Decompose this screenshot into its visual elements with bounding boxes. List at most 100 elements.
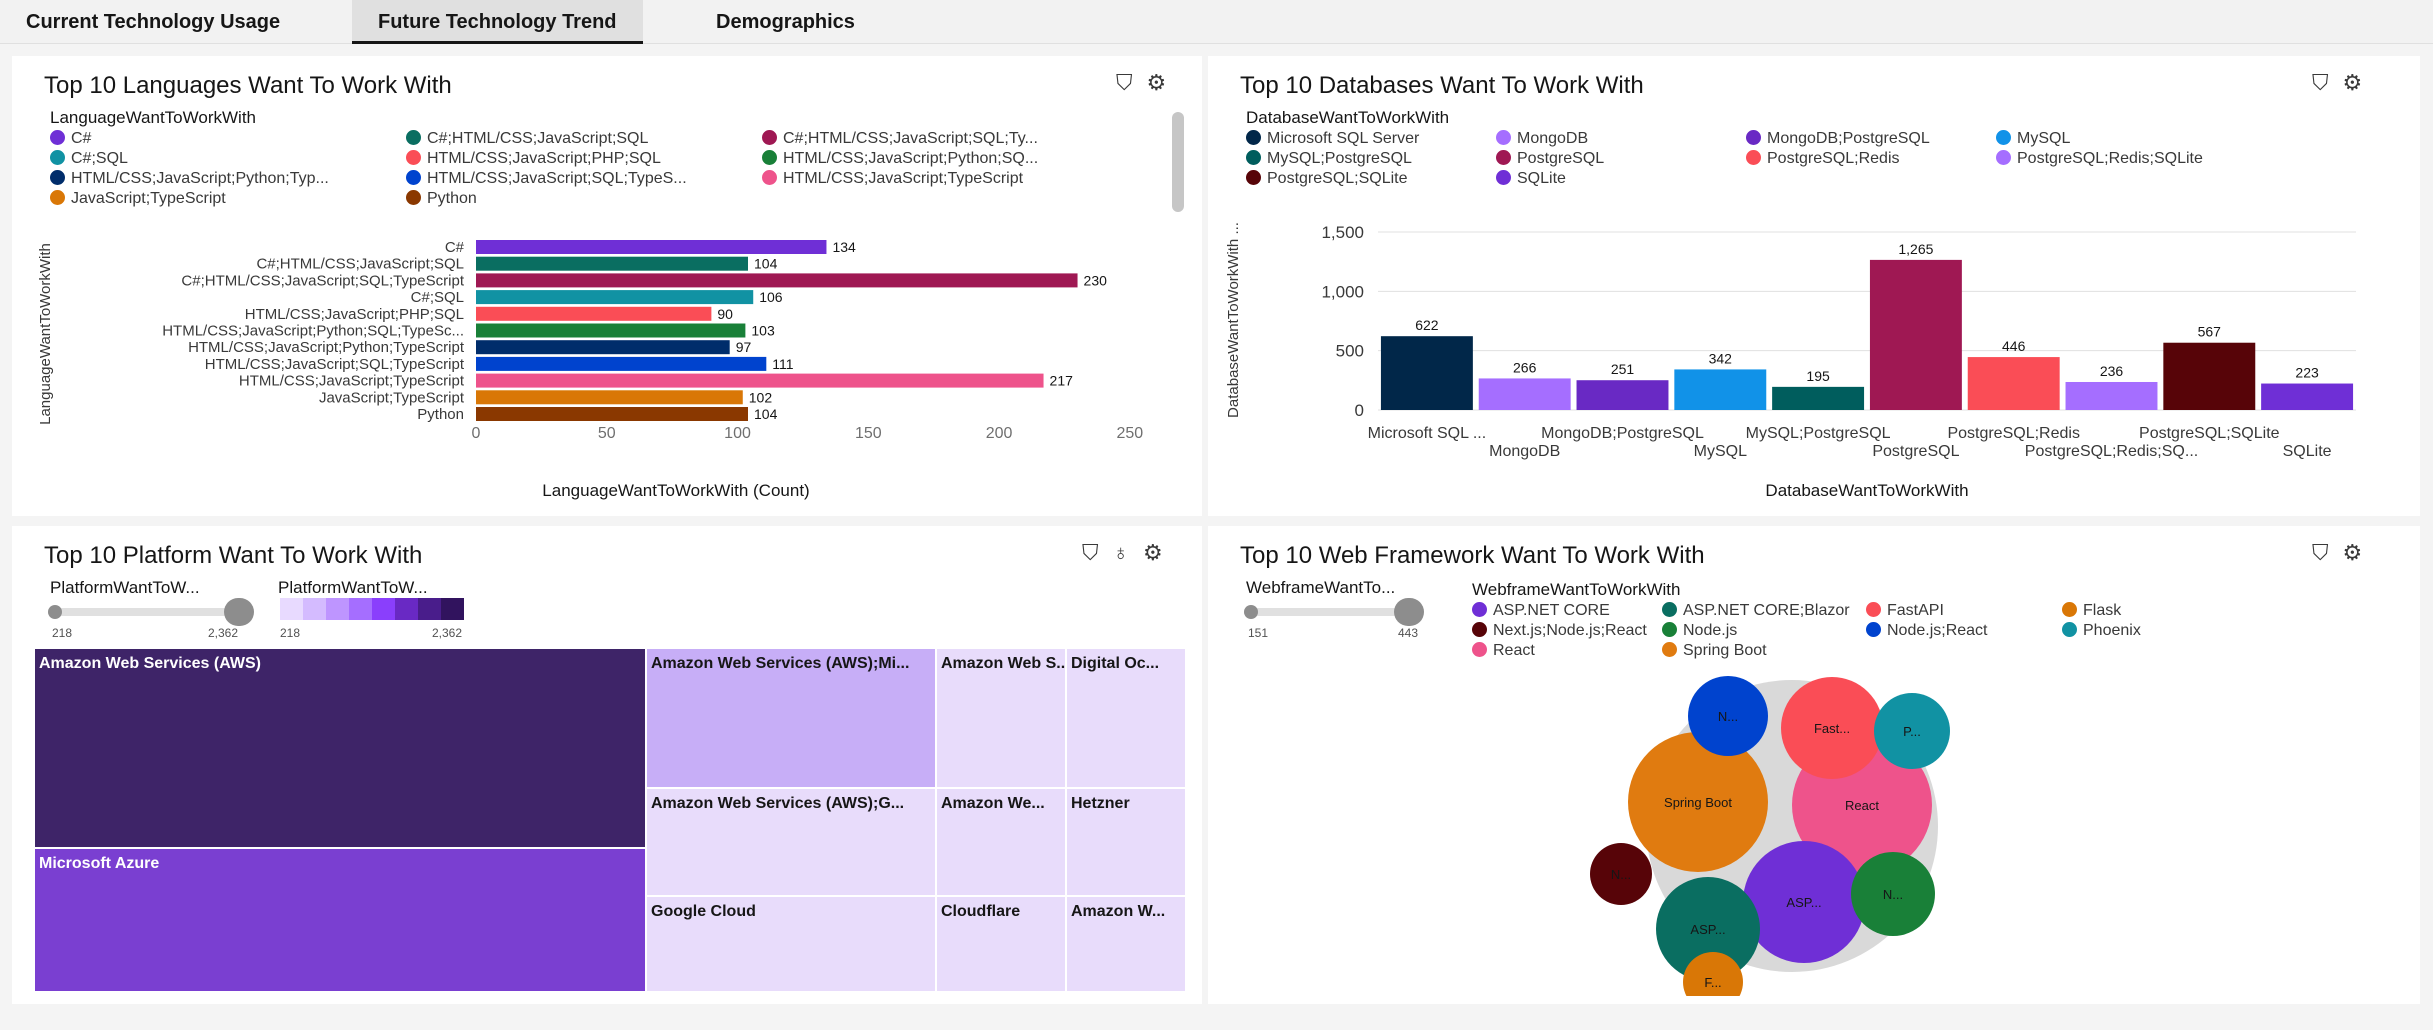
treemap-cell[interactable]: Amazon Web Services (AWS): [34, 648, 646, 848]
legend-swatch: [1746, 130, 1761, 145]
tab-demographics[interactable]: Demographics: [690, 0, 881, 44]
legend-label: C#;HTML/CSS;JavaScript;SQL;Ty...: [783, 130, 1038, 147]
legend-item[interactable]: React: [1472, 642, 1535, 660]
legend-item[interactable]: ASP.NET CORE: [1472, 602, 1610, 620]
legend-swatch: [1246, 150, 1261, 165]
legend-swatch: [1246, 170, 1261, 185]
legend-item[interactable]: Node.js;React: [1866, 622, 1988, 640]
bar: [2163, 342, 2256, 410]
legend-label: SQLite: [1517, 170, 1566, 187]
legend-item[interactable]: MySQL: [1996, 130, 2070, 148]
legend-item[interactable]: MySQL;PostgreSQL: [1246, 150, 1412, 168]
legend-item[interactable]: HTML/CSS;JavaScript;SQL;TypeS...: [406, 170, 687, 188]
bubble-label: N...: [1718, 709, 1738, 724]
treemap-cell[interactable]: Digital Oc...: [1066, 648, 1186, 788]
platform-tile: Top 10 Platform Want To Work With ⛉ ♁ ⚙ Pl…: [12, 526, 1202, 1004]
slider-max-value: 2,362: [208, 626, 239, 640]
legend-item[interactable]: C#;HTML/CSS;JavaScript;SQL: [406, 130, 648, 148]
bubble-label: ASP...: [1786, 895, 1821, 910]
settings-icon[interactable]: ⚙: [2343, 540, 2363, 565]
treemap-cell[interactable]: Amazon Web Services (AWS);Mi...: [646, 648, 936, 788]
legend-swatch: [406, 150, 421, 165]
bubble-label: Spring Boot: [1664, 795, 1732, 810]
legend-item[interactable]: PostgreSQL: [1496, 150, 1604, 168]
x-tick-label: PostgreSQL;Redis;SQ...: [2025, 443, 2198, 460]
legend-swatch: [1746, 150, 1761, 165]
x-tick-label: MongoDB: [1489, 443, 1560, 460]
data-label: 266: [1513, 359, 1537, 375]
tab-future-technology-trend[interactable]: Future Technology Trend: [352, 0, 643, 44]
legend-item[interactable]: HTML/CSS;JavaScript;Python;Typ...: [50, 170, 329, 188]
legend-swatch: [1996, 130, 2011, 145]
platform-size-slider-title: PlatformWantToW...: [50, 578, 200, 597]
y-axis-title: DatabaseWantToWorkWith ...: [1225, 222, 1242, 418]
legend-item[interactable]: Node.js: [1662, 622, 1737, 640]
legend-item[interactable]: C#;SQL: [50, 150, 128, 168]
slider-handle-min[interactable]: [48, 605, 62, 619]
legend-item[interactable]: Microsoft SQL Server: [1246, 130, 1419, 148]
bar: [476, 306, 712, 321]
legend-label: HTML/CSS;JavaScript;PHP;SQL: [427, 150, 661, 167]
legend-item[interactable]: JavaScript;TypeScript: [50, 190, 226, 208]
slider-handle-max[interactable]: [1394, 598, 1424, 626]
platform-size-slider[interactable]: [48, 598, 254, 626]
legend-label: PostgreSQL: [1517, 150, 1605, 167]
data-label: 342: [1709, 350, 1733, 366]
legend-item[interactable]: MongoDB: [1496, 130, 1588, 148]
treemap-cell[interactable]: Microsoft Azure: [34, 848, 646, 992]
settings-icon[interactable]: ⚙: [1147, 70, 1167, 95]
legend-item[interactable]: PostgreSQL;Redis: [1746, 150, 1900, 168]
filter-icon[interactable]: ⛉: [2312, 70, 2329, 95]
data-label: 236: [2100, 363, 2124, 379]
treemap-cell[interactable]: Google Cloud: [646, 896, 936, 992]
treemap-cell[interactable]: Amazon Web Services (AWS);G...: [646, 788, 936, 896]
treemap-cell[interactable]: Amazon We...: [936, 788, 1066, 896]
legend-item[interactable]: SQLite: [1496, 170, 1566, 188]
treemap-cell[interactable]: Hetzner: [1066, 788, 1186, 896]
x-tick-label: MongoDB;PostgreSQL: [1541, 425, 1704, 442]
filter-icon[interactable]: ⛉: [2312, 540, 2329, 565]
legend-item[interactable]: Flask: [2062, 602, 2121, 620]
legend-label: FastAPI: [1887, 602, 1944, 619]
insight-icon[interactable]: ♁: [1113, 540, 1130, 565]
legend-item[interactable]: Next.js;Node.js;React: [1472, 622, 1647, 640]
filter-icon[interactable]: ⛉: [1116, 70, 1133, 95]
treemap-cell[interactable]: Amazon W...: [1066, 896, 1186, 992]
web-size-slider[interactable]: [1244, 598, 1424, 626]
legend-item[interactable]: Spring Boot: [1662, 642, 1767, 660]
legend-item[interactable]: HTML/CSS;JavaScript;PHP;SQL: [406, 150, 661, 168]
web-framework-toolbar: ⛉ ⚙: [2298, 540, 2362, 566]
slider-handle-max[interactable]: [224, 598, 254, 626]
legend-item[interactable]: PostgreSQL;Redis;SQLite: [1996, 150, 2203, 168]
treemap-cell[interactable]: Cloudflare: [936, 896, 1066, 992]
legend-item[interactable]: HTML/CSS;JavaScript;TypeScript: [762, 170, 1023, 188]
settings-icon[interactable]: ⚙: [1143, 540, 1163, 565]
y-axis-title: LanguageWantToWorkWith: [37, 243, 54, 425]
legend-swatch: [406, 190, 421, 205]
filter-icon[interactable]: ⛉: [1082, 540, 1099, 565]
legend-item[interactable]: PostgreSQL;SQLite: [1246, 170, 1408, 188]
settings-icon[interactable]: ⚙: [2343, 70, 2363, 95]
bar: [1772, 386, 1865, 410]
legend-item[interactable]: C#;HTML/CSS;JavaScript;SQL;Ty...: [762, 130, 1038, 148]
legend-scrollbar[interactable]: [1172, 112, 1184, 212]
slider-handle-min[interactable]: [1244, 605, 1258, 619]
legend-item[interactable]: C#: [50, 130, 91, 148]
legend-swatch: [1662, 602, 1677, 617]
legend-swatch: [1496, 130, 1511, 145]
legend-label: PostgreSQL;SQLite: [1267, 170, 1408, 187]
legend-label: Spring Boot: [1683, 642, 1767, 659]
x-tick-label: PostgreSQL: [1872, 443, 1959, 460]
legend-label: Node.js;React: [1887, 622, 1988, 639]
legend-item[interactable]: Python: [406, 190, 477, 208]
platform-color-scale[interactable]: [280, 598, 464, 620]
treemap-cell[interactable]: Amazon Web S...: [936, 648, 1066, 788]
legend-item[interactable]: FastAPI: [1866, 602, 1944, 620]
legend-label: MongoDB;PostgreSQL: [1767, 130, 1930, 147]
tab-current-technology-usage[interactable]: Current Technology Usage: [0, 0, 306, 44]
legend-item[interactable]: HTML/CSS;JavaScript;Python;SQ...: [762, 150, 1038, 168]
legend-item[interactable]: Phoenix: [2062, 622, 2141, 640]
web-size-slider-title: WebframeWantTo...: [1246, 578, 1396, 597]
legend-item[interactable]: MongoDB;PostgreSQL: [1746, 130, 1930, 148]
legend-item[interactable]: ASP.NET CORE;Blazor: [1662, 602, 1850, 620]
